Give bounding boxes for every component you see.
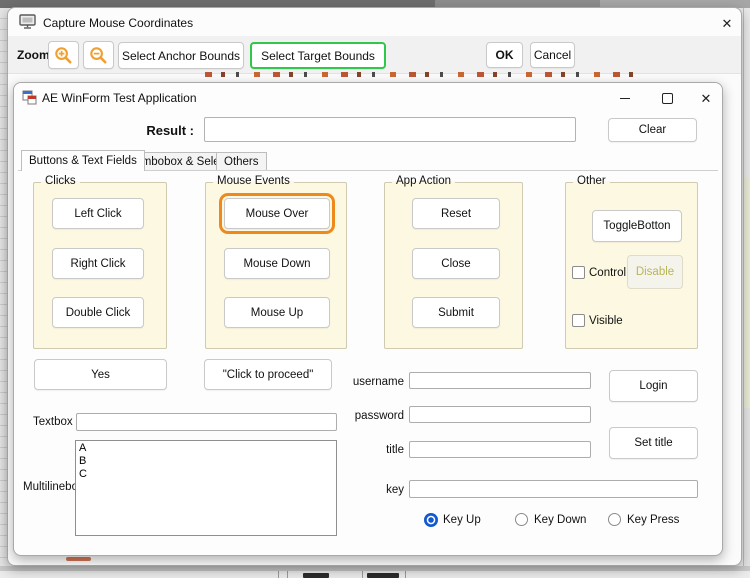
zoom-out-button[interactable]: [83, 41, 114, 69]
background-bottom-divider-3: [362, 571, 363, 578]
zoom-in-button[interactable]: [48, 41, 79, 69]
select-target-bounds-button[interactable]: Select Target Bounds: [250, 42, 386, 69]
title-label: title: [349, 444, 404, 456]
background-right-strip: [743, 8, 750, 578]
clear-button[interactable]: Clear: [608, 118, 697, 142]
background-bottom-divider-1: [278, 571, 279, 578]
radio-key-up[interactable]: [424, 513, 438, 527]
password-label: password: [349, 410, 404, 422]
visible-checkbox[interactable]: [572, 314, 585, 327]
background-bottom-fragment-1: [303, 573, 329, 578]
left-click-button[interactable]: Left Click: [52, 198, 144, 229]
outer-close-button[interactable]: ✕: [712, 11, 742, 35]
mouse-events-group-label: Mouse Events: [213, 175, 294, 187]
login-button[interactable]: Login: [609, 370, 698, 402]
minimize-icon: [620, 98, 630, 99]
mouse-events-group: Mouse Events Mouse Over Mouse Down Mouse…: [205, 182, 347, 349]
mouse-up-button[interactable]: Mouse Up: [224, 297, 330, 328]
clicks-group-label: Clicks: [41, 175, 80, 187]
control-checkbox[interactable]: [572, 266, 585, 279]
yes-button[interactable]: Yes: [34, 359, 167, 390]
mouse-over-button[interactable]: Mouse Over: [224, 198, 330, 229]
other-group: Other ToggleBotton Control Disable Visib…: [565, 182, 698, 349]
clicks-group: Clicks Left Click Right Click Double Cli…: [33, 182, 167, 349]
tab-buttons-text-fields-label: Buttons & Text Fields: [29, 155, 137, 167]
username-label: username: [349, 376, 404, 388]
inner-title-bar: AE WinForm Test Application ✕: [14, 83, 722, 111]
control-checkbox-label: Control: [589, 267, 626, 279]
disable-button[interactable]: Disable: [627, 255, 683, 289]
right-click-button[interactable]: Right Click: [52, 248, 144, 279]
outer-window-title: Capture Mouse Coordinates: [43, 16, 193, 30]
minimize-button[interactable]: [610, 86, 640, 110]
key-input[interactable]: [409, 480, 698, 498]
radio-key-down-label: Key Down: [534, 514, 586, 526]
app-action-group-label: App Action: [392, 175, 455, 187]
reset-button[interactable]: Reset: [412, 198, 500, 229]
textbox-input[interactable]: [76, 413, 337, 431]
outer-toolbar: Zoom:: [8, 36, 741, 74]
app-action-group: App Action Reset Close Submit: [384, 182, 523, 349]
visible-checkbox-label: Visible: [589, 315, 623, 327]
set-title-button[interactable]: Set title: [609, 427, 698, 459]
tab-buttons-text-fields[interactable]: Buttons & Text Fields: [21, 150, 145, 171]
result-input[interactable]: [204, 117, 576, 142]
radio-key-press-label: Key Press: [627, 514, 679, 526]
winform-test-application-window: AE WinForm Test Application ✕ Result : C…: [13, 82, 723, 556]
other-group-label: Other: [573, 175, 610, 187]
username-input[interactable]: [409, 372, 591, 389]
inner-close-icon: ✕: [701, 92, 712, 105]
textbox-label: Textbox: [33, 416, 73, 428]
winform-app-icon: [22, 90, 37, 110]
mouse-down-button[interactable]: Mouse Down: [224, 248, 330, 279]
radio-key-press[interactable]: [608, 513, 621, 526]
screenshot-canvas: Capture Mouse Coordinates ✕ Zoom:: [0, 0, 750, 578]
zoom-out-icon: [89, 46, 108, 65]
click-to-proceed-button[interactable]: "Click to proceed": [204, 359, 332, 390]
radio-key-down[interactable]: [515, 513, 528, 526]
outer-close-icon: ✕: [722, 17, 733, 30]
inner-window-title: AE WinForm Test Application: [42, 91, 197, 105]
covered-content-artifact-small: [66, 557, 91, 561]
covered-content-artifacts: [205, 72, 643, 77]
outer-title-bar: Capture Mouse Coordinates ✕: [8, 8, 741, 36]
double-click-button[interactable]: Double Click: [52, 297, 144, 328]
submit-button[interactable]: Submit: [412, 297, 500, 328]
result-label: Result :: [74, 123, 194, 138]
background-bottom-divider-2: [287, 571, 288, 578]
key-label: key: [349, 484, 404, 496]
ok-button[interactable]: OK: [486, 42, 523, 68]
select-anchor-bounds-button[interactable]: Select Anchor Bounds: [118, 42, 244, 69]
background-bottom-divider-4: [405, 571, 406, 578]
background-bottom-fragment-2: [367, 573, 399, 578]
radio-key-up-label: Key Up: [443, 514, 481, 526]
inner-close-button[interactable]: ✕: [691, 86, 721, 110]
password-input[interactable]: [409, 406, 591, 423]
maximize-button[interactable]: [652, 86, 682, 110]
zoom-in-icon: [54, 46, 73, 65]
title-input[interactable]: [409, 441, 591, 458]
close-button[interactable]: Close: [412, 248, 500, 279]
tab-others[interactable]: Others: [216, 152, 267, 171]
toggle-botton-button[interactable]: ToggleBotton: [592, 210, 682, 242]
multilinebox-textarea[interactable]: A B C: [75, 440, 337, 536]
tab-others-label: Others: [224, 156, 259, 168]
maximize-icon: [662, 93, 673, 104]
cancel-button[interactable]: Cancel: [530, 42, 575, 68]
capture-app-icon: [19, 14, 36, 35]
